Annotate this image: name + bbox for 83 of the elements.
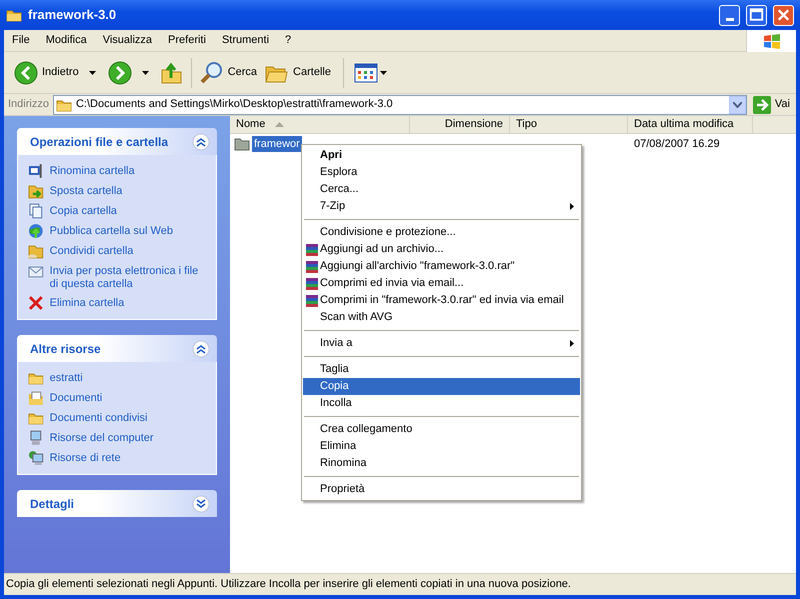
column-header[interactable]: Data ultima modifica <box>628 116 753 133</box>
menu-entry[interactable]: Elimina <box>303 438 580 455</box>
menu-entry[interactable]: Crea collegamento <box>303 421 580 438</box>
menu-item[interactable]: Modifica <box>38 32 95 49</box>
panel-header[interactable]: Operazioni file e cartella <box>17 128 217 155</box>
menu-entry[interactable]: Cerca... <box>303 181 580 198</box>
status-text: Copia gli elementi selezionati negli Appunti. Utilizzare Incolla per inserire gli elementi copiati in una nuova posizione. <box>6 577 571 592</box>
caret-icon <box>88 70 96 74</box>
file-name[interactable]: framewor <box>252 136 302 152</box>
menu-entry[interactable]: Invia a <box>303 335 580 352</box>
network-icon <box>28 450 44 466</box>
panel-header[interactable]: Altre risorse <box>17 335 217 362</box>
view-grid-icon <box>354 62 378 82</box>
task-link[interactable]: Sposta cartella <box>28 183 206 199</box>
column-header[interactable]: Nome <box>230 116 410 133</box>
menu-entry[interactable]: Apri <box>303 147 580 164</box>
task-link[interactable]: Pubblica cartella sul Web <box>28 223 206 239</box>
menu-entry[interactable]: Rinomina <box>303 455 580 472</box>
menu-entry[interactable]: Aggiungi all'archivio "framework-3.0.rar" <box>303 258 580 275</box>
task-link[interactable]: Condividi cartella <box>28 243 206 259</box>
task-link[interactable]: Risorse del computer <box>28 430 206 446</box>
windows-flag-icon <box>762 32 780 48</box>
menu-entry[interactable]: Proprietà <box>303 481 580 498</box>
go-arrow-icon <box>752 96 771 114</box>
column-header[interactable]: Dimensione <box>410 116 510 133</box>
menu-item[interactable]: Visualizza <box>94 32 160 49</box>
folder-arrow-icon <box>28 183 44 199</box>
menu-entry[interactable]: Aggiungi ad un archivio... <box>303 241 580 258</box>
books-icon <box>304 259 318 274</box>
dropdown-icon <box>732 102 742 108</box>
menu-entry[interactable]: Copia <box>303 378 580 395</box>
menu-entry[interactable]: 7-Zip <box>303 198 580 215</box>
back-button[interactable]: Indietro <box>12 54 104 90</box>
documents-folder-icon <box>28 390 44 406</box>
folder-up-icon <box>160 62 183 84</box>
menu-item[interactable]: Strumenti <box>214 32 278 49</box>
address-label: Indirizzo <box>8 97 49 112</box>
task-link[interactable]: Copia cartella <box>28 203 206 219</box>
menu-item[interactable]: ? <box>277 32 300 49</box>
close-button[interactable] <box>773 4 794 26</box>
menu-entry[interactable]: Incolla <box>303 395 580 412</box>
task-link[interactable]: Invia per posta elettronica i file di questa cartella <box>28 263 206 291</box>
column-header[interactable]: Tipo <box>510 116 628 133</box>
maximize-button[interactable] <box>746 4 767 26</box>
task-link[interactable]: Documenti condivisi <box>28 410 206 426</box>
search-icon <box>200 60 224 84</box>
folder-icon <box>234 137 250 151</box>
submenu-arrow-icon <box>570 203 574 210</box>
computer-icon <box>28 430 44 446</box>
books-icon <box>304 242 318 257</box>
folders-button[interactable]: Cartelle <box>261 54 335 90</box>
menu-entry[interactable]: Comprimi in "framework-3.0.rar" ed invia via email <box>303 292 580 309</box>
rename-icon <box>28 163 44 179</box>
date-cell-text: 07/08/2007 16.29 <box>633 136 720 152</box>
task-link[interactable]: estratti <box>28 370 206 386</box>
menu-item[interactable]: Preferiti <box>160 32 214 49</box>
task-link[interactable]: Elimina cartella <box>28 295 206 311</box>
menu-entry[interactable]: Condivisione e protezione... <box>303 224 580 241</box>
copy-icon <box>28 203 44 219</box>
task-link[interactable]: Rinomina cartella <box>28 163 206 179</box>
delete-icon <box>28 295 44 311</box>
submenu-arrow-icon <box>570 340 574 347</box>
go-button[interactable]: Vai <box>750 96 792 114</box>
minimize-icon <box>726 18 734 20</box>
books-icon <box>304 276 318 291</box>
shared-folder-icon <box>28 243 44 259</box>
address-field[interactable]: C:\Documents and Settings\Mirko\Desktop\estratti\framework-3.0 <box>52 94 747 114</box>
menu-entry[interactable]: Scan with AVG <box>303 309 580 326</box>
menu-entry[interactable]: Esplora <box>303 164 580 181</box>
caret-icon <box>380 70 387 74</box>
search-button[interactable]: Cerca <box>198 54 260 90</box>
menu-item[interactable]: File <box>4 32 38 49</box>
caret-icon <box>142 70 149 74</box>
menu-entry[interactable]: Taglia <box>303 361 580 378</box>
window-title: framework-3.0 <box>28 6 116 24</box>
panel-header[interactable]: Dettagli <box>17 490 217 517</box>
task-link[interactable]: Documenti <box>28 390 206 406</box>
globe-icon <box>28 223 44 239</box>
task-link[interactable]: Risorse di rete <box>28 450 206 466</box>
sort-icon <box>275 122 284 127</box>
books-icon <box>304 293 318 308</box>
minimize-button[interactable] <box>719 4 740 26</box>
menu-entry[interactable]: Comprimi ed invia via email... <box>303 275 580 292</box>
